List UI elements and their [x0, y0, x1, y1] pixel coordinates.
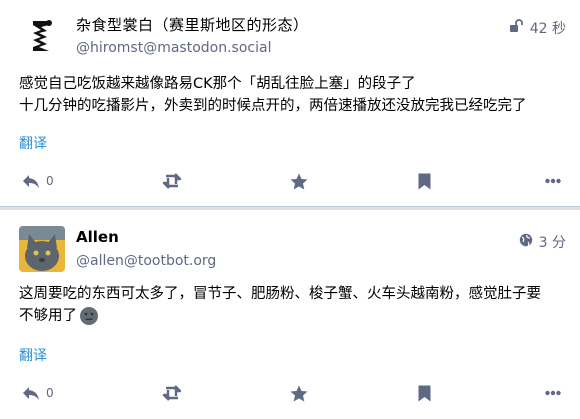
display-name[interactable]: 杂食型裳白（赛里斯地区的形态） [76, 14, 309, 35]
star-icon [290, 385, 308, 402]
status-meta: 3 分 [519, 232, 566, 252]
neutral-face-emoji [79, 306, 99, 326]
more-options-button[interactable] [545, 169, 561, 193]
status-content: 感觉自己吃饭越来越像路易CK那个「胡乱往脸上塞」的段子了 十几分钟的吃播影片，外… [19, 73, 566, 117]
account-handle[interactable]: @hiromst@mastodon.social [76, 40, 271, 56]
content-line: 这周要吃的东西可太多了，冒节子、肥肠粉、梭子蟹、火车头越南粉，感觉肚子要 [19, 286, 541, 302]
reply-button[interactable]: 0 [22, 169, 54, 193]
status-card[interactable]: Allen @allen@tootbot.org 3 分 这周要吃的东西可太多了… [0, 210, 580, 419]
content-line: 感觉自己吃饭越来越像路易CK那个「胡乱往脸上塞」的段子了 [19, 76, 416, 92]
favourite-button[interactable] [290, 381, 308, 405]
globe-icon [519, 233, 533, 251]
star-icon [290, 173, 308, 190]
status-card[interactable]: 杂食型裳白（赛里斯地区的形态） @hiromst@mastodon.social… [0, 0, 580, 207]
translate-link[interactable]: 翻译 [19, 345, 47, 365]
ellipsis-icon [545, 390, 561, 396]
bookmark-icon [418, 173, 431, 190]
action-bar: 0 [0, 381, 580, 405]
bookmark-button[interactable] [418, 169, 431, 193]
bookmark-icon [418, 385, 431, 402]
reply-count: 0 [46, 174, 54, 188]
display-name[interactable]: Allen [76, 228, 119, 246]
avatar[interactable] [19, 13, 65, 59]
favourite-button[interactable] [290, 169, 308, 193]
reply-button[interactable]: 0 [22, 381, 54, 405]
relative-time[interactable]: 3 分 [539, 232, 566, 252]
action-bar: 0 [0, 169, 580, 193]
content-line: 十几分钟的吃播影片，外卖到的时候点开的，两倍速播放还没放完我已经吃完了 [19, 98, 527, 114]
reply-icon [22, 385, 40, 401]
content-line: 不够用了 [19, 308, 77, 324]
more-options-button[interactable] [545, 381, 561, 405]
avatar[interactable] [19, 226, 65, 272]
reply-icon [22, 173, 40, 189]
lock-open-icon [509, 19, 524, 37]
translate-link[interactable]: 翻译 [19, 133, 47, 153]
reply-count: 0 [46, 386, 54, 400]
boost-icon [162, 173, 182, 189]
boost-icon [162, 385, 182, 401]
content-line-with-emoji: 不够用了 [19, 305, 566, 327]
boost-button[interactable] [162, 381, 182, 405]
ellipsis-icon [545, 178, 561, 184]
bookmark-button[interactable] [418, 381, 431, 405]
status-content: 这周要吃的东西可太多了，冒节子、肥肠粉、梭子蟹、火车头越南粉，感觉肚子要 不够用… [19, 283, 566, 327]
status-meta: 42 秒 [509, 18, 566, 38]
account-handle[interactable]: @allen@tootbot.org [76, 253, 216, 269]
relative-time[interactable]: 42 秒 [530, 18, 566, 38]
boost-button[interactable] [162, 169, 182, 193]
